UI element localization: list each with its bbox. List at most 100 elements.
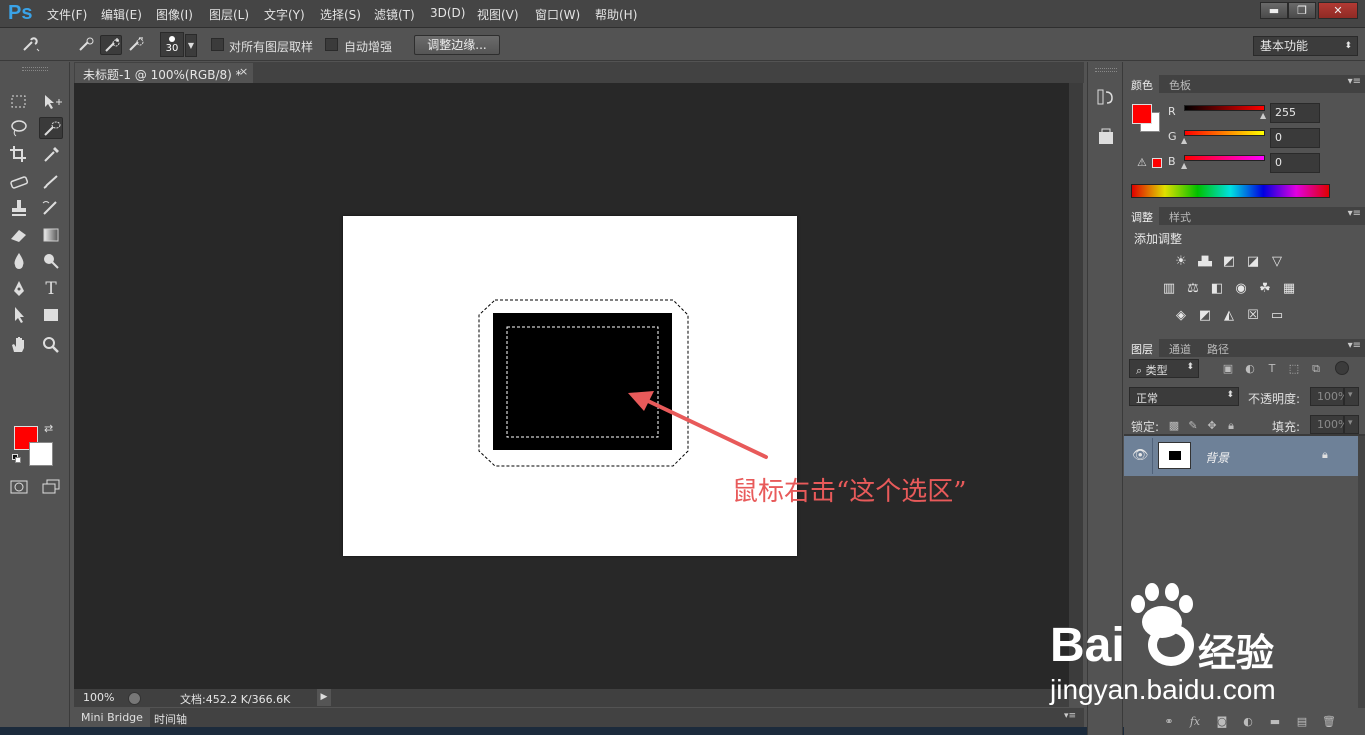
layer-name[interactable]: 背景 — [1205, 449, 1229, 466]
menu-view[interactable]: 视图(V) — [477, 6, 519, 23]
spot-healing-tool[interactable] — [7, 171, 31, 193]
lock-transparent-pixels-icon[interactable]: ▩ — [1167, 419, 1181, 433]
menu-edit[interactable]: 编辑(E) — [101, 6, 142, 23]
channel-r-field[interactable]: 255 — [1270, 103, 1320, 123]
subtract-from-selection-mode[interactable] — [125, 35, 147, 55]
curves-icon[interactable]: ◩ — [1220, 254, 1238, 270]
new-adjustment-layer-icon[interactable]: ◐ — [1241, 715, 1255, 729]
tab-timeline[interactable]: 时间轴 — [154, 711, 187, 727]
new-group-icon[interactable]: ▬ — [1268, 715, 1282, 729]
fill-field[interactable]: 100% — [1310, 415, 1348, 434]
layers-scrollbar[interactable] — [1358, 436, 1365, 708]
clone-stamp-tool[interactable] — [7, 197, 31, 219]
photo-filter-icon[interactable]: ◉ — [1232, 281, 1250, 297]
menu-file[interactable]: 文件(F) — [47, 6, 87, 23]
move-tool[interactable] — [39, 91, 63, 113]
workspace-select[interactable]: 基本功能 ⬍ — [1253, 36, 1358, 56]
rectangle-tool[interactable] — [39, 304, 63, 326]
vibrance-icon[interactable]: ▽ — [1268, 254, 1286, 270]
menu-help[interactable]: 帮助(H) — [595, 6, 637, 23]
tab-swatches[interactable]: 色板 — [1162, 75, 1197, 93]
status-menu-arrow-icon[interactable]: ▶ — [317, 689, 331, 706]
minimize-button[interactable]: ▬ — [1260, 2, 1288, 19]
hue-saturation-icon[interactable]: ▥ — [1160, 281, 1178, 297]
posterize-icon[interactable]: ◩ — [1196, 308, 1214, 324]
crop-tool[interactable] — [7, 143, 31, 165]
menu-select[interactable]: 选择(S) — [320, 6, 361, 23]
blend-mode-select[interactable]: 正常 ⬍ — [1129, 387, 1239, 406]
layer-row[interactable]: 👁︎ 背景 🔒︎ — [1124, 436, 1358, 476]
pen-tool[interactable] — [7, 278, 31, 300]
filter-type-icon[interactable]: T — [1265, 362, 1279, 376]
close-tab-icon[interactable]: × — [239, 65, 248, 78]
panel-menu-icon[interactable]: ▾≡ — [1064, 711, 1076, 721]
panel-menu-icon[interactable]: ▾≡ — [1348, 76, 1361, 87]
zoom-level[interactable]: 100% — [83, 691, 114, 704]
lock-image-pixels-icon[interactable]: ✎ — [1186, 419, 1200, 433]
eye-visibility-icon[interactable]: 👁︎ — [1132, 448, 1149, 463]
document-tab[interactable]: 未标题-1 @ 100%(RGB/8) * × — [75, 63, 253, 83]
channel-r-slider[interactable] — [1184, 105, 1265, 111]
trash-icon[interactable]: 🗑︎ — [1322, 715, 1336, 729]
tab-styles[interactable]: 样式 — [1162, 207, 1197, 225]
menu-type[interactable]: 文字(Y) — [264, 6, 305, 23]
tab-mini-bridge[interactable]: Mini Bridge — [74, 708, 150, 727]
status-info-icon[interactable] — [128, 692, 141, 705]
type-tool[interactable]: T — [39, 278, 63, 300]
opacity-field[interactable]: 100% — [1310, 387, 1348, 406]
black-white-icon[interactable]: ◧ — [1208, 281, 1226, 297]
menu-filter[interactable]: 滤镜(T) — [374, 6, 415, 23]
quick-selection-tool[interactable] — [39, 117, 63, 139]
brush-size-picker[interactable]: 30 — [160, 32, 184, 57]
menu-image[interactable]: 图像(I) — [156, 6, 193, 23]
tab-layers[interactable]: 图层 — [1124, 339, 1159, 357]
refine-edge-button[interactable]: 调整边缘... — [414, 35, 500, 55]
fill-dropdown-arrow[interactable]: ▾ — [1344, 415, 1359, 434]
link-layers-icon[interactable]: ⚭ — [1162, 715, 1176, 729]
add-to-selection-mode[interactable] — [100, 35, 122, 55]
menu-layer[interactable]: 图层(L) — [209, 6, 249, 23]
new-selection-mode[interactable] — [75, 35, 97, 55]
eyedropper-tool[interactable] — [39, 143, 63, 165]
panel-menu-icon[interactable]: ▾≡ — [1348, 208, 1361, 219]
color-spectrum-ramp[interactable] — [1131, 184, 1330, 198]
eraser-tool[interactable] — [7, 224, 31, 246]
filter-shape-icon[interactable]: ⬚ — [1287, 362, 1301, 376]
layer-filter-select[interactable]: ⌕ 类型 ⬍ — [1129, 359, 1199, 378]
hand-tool[interactable] — [7, 334, 31, 356]
threshold-icon[interactable]: ◭ — [1220, 308, 1238, 324]
new-layer-icon[interactable]: ▤ — [1295, 715, 1309, 729]
dock-grip[interactable] — [1095, 68, 1117, 72]
auto-enhance-checkbox[interactable] — [325, 38, 338, 51]
gradient-tool[interactable] — [39, 224, 63, 246]
brush-dropdown-arrow[interactable]: ▼ — [185, 34, 197, 57]
color-balance-icon[interactable]: ⚖ — [1184, 281, 1202, 297]
filter-pixel-icon[interactable]: ▣ — [1221, 362, 1235, 376]
filter-adjustment-icon[interactable]: ◐ — [1243, 362, 1257, 376]
invert-icon[interactable]: ◈ — [1172, 308, 1190, 324]
path-selection-tool[interactable] — [7, 304, 31, 326]
slider-thumb-icon[interactable]: ▲ — [1181, 136, 1187, 145]
history-panel-button[interactable] — [1095, 86, 1117, 108]
tab-paths[interactable]: 路径 — [1200, 339, 1235, 357]
add-mask-icon[interactable]: ◙ — [1215, 715, 1229, 729]
channel-g-field[interactable]: 0 — [1270, 128, 1320, 148]
properties-panel-button[interactable] — [1095, 126, 1117, 148]
screen-mode-button[interactable] — [39, 476, 63, 498]
exposure-icon[interactable]: ◪ — [1244, 254, 1262, 270]
panel-grip[interactable] — [22, 67, 48, 71]
zoom-tool[interactable] — [39, 334, 63, 356]
blur-tool[interactable] — [7, 250, 31, 272]
color-lookup-icon[interactable]: ▦ — [1280, 281, 1298, 297]
slider-thumb-icon[interactable]: ▲ — [1181, 161, 1187, 170]
gradient-map-icon[interactable]: ▭ — [1268, 308, 1286, 324]
opacity-dropdown-arrow[interactable]: ▾ — [1344, 387, 1359, 406]
quick-mask-button[interactable] — [7, 476, 31, 498]
menu-3d[interactable]: 3D(D) — [430, 6, 465, 20]
tab-adjustments[interactable]: 调整 — [1124, 207, 1159, 225]
tool-preset-picker[interactable] — [20, 35, 42, 55]
levels-icon[interactable]: ▟▙ — [1196, 254, 1214, 270]
channel-b-slider[interactable] — [1184, 155, 1265, 161]
background-color-swatch[interactable] — [29, 442, 53, 466]
lasso-tool[interactable] — [7, 117, 31, 139]
